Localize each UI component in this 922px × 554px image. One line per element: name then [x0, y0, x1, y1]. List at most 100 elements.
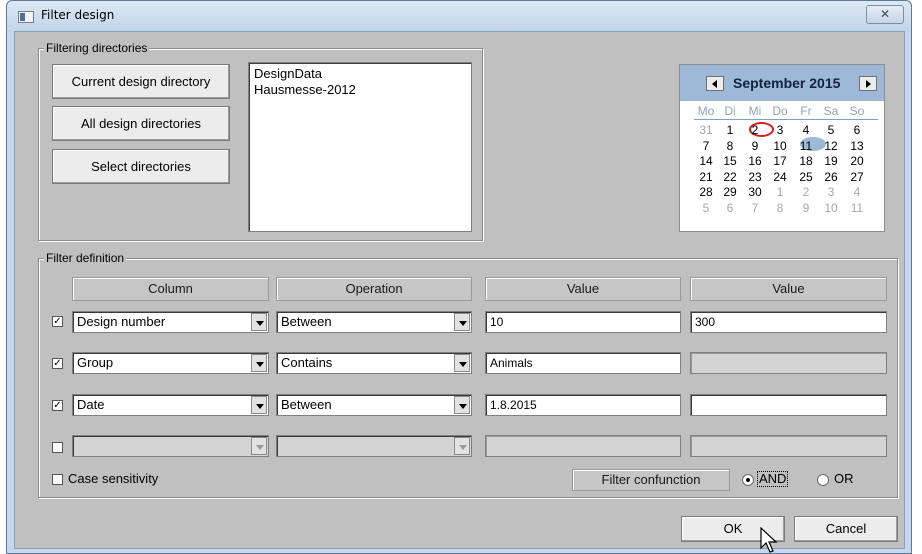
row1-column-select[interactable]: Design number — [72, 311, 269, 333]
row2-value1-input[interactable]: Animals — [485, 352, 681, 374]
calendar-day[interactable]: 18 — [794, 154, 818, 168]
calendar-day[interactable]: 9 — [794, 201, 818, 215]
calendar-weekday-divider — [694, 119, 878, 120]
calendar-day[interactable]: 11 — [845, 201, 869, 215]
calendar-day[interactable]: 1 — [718, 123, 742, 137]
calendar-month-label: September 2015 — [733, 75, 841, 91]
select-directories-button[interactable]: Select directories — [52, 149, 230, 184]
row1-operation-select[interactable]: Between — [276, 311, 472, 333]
row3-value1-input[interactable]: 1.8.2015 — [485, 394, 681, 416]
weekday-label: Fr — [800, 104, 812, 118]
row4-value1-input — [485, 435, 681, 457]
row4-operation-select — [276, 435, 472, 457]
calendar-day[interactable]: 8 — [718, 139, 742, 153]
calendar-day[interactable]: 5 — [819, 123, 843, 137]
row4-value2-input — [690, 435, 887, 457]
row3-operation-select[interactable]: Between — [276, 394, 472, 416]
calendar-day[interactable]: 17 — [768, 154, 792, 168]
calendar-day[interactable]: 21 — [694, 170, 718, 184]
calendar-day[interactable]: 4 — [845, 185, 869, 199]
calendar-day[interactable]: 16 — [743, 154, 767, 168]
calendar-day[interactable]: 1 — [768, 185, 792, 199]
calendar-day[interactable]: 24 — [768, 170, 792, 184]
weekday-label: Mo — [697, 104, 715, 118]
row1-enable-checkbox[interactable]: ✓ — [52, 316, 63, 327]
calendar-day[interactable]: 2 — [743, 123, 767, 137]
and-radio-label[interactable]: AND — [757, 471, 789, 487]
weekday-label: So — [849, 104, 865, 118]
calendar-day[interactable]: 9 — [743, 139, 767, 153]
calendar-day[interactable]: 7 — [743, 201, 767, 215]
row3-enable-checkbox[interactable]: ✓ — [52, 400, 63, 411]
chevron-down-icon[interactable] — [454, 354, 470, 372]
value-header: Value — [485, 277, 681, 301]
calendar-day[interactable]: 14 — [694, 154, 718, 168]
row3-column-select[interactable]: Date — [72, 394, 269, 416]
column-header: Column — [72, 277, 269, 301]
calendar-day[interactable]: 31 — [694, 123, 718, 137]
current-design-directory-button[interactable]: Current design directory — [52, 64, 230, 99]
chevron-down-icon[interactable] — [251, 354, 267, 372]
calendar-day[interactable]: 6 — [845, 123, 869, 137]
window-icon — [18, 11, 34, 23]
calendar-day[interactable]: 6 — [718, 201, 742, 215]
row2-enable-checkbox[interactable]: ✓ — [52, 358, 63, 369]
chevron-down-icon[interactable] — [251, 313, 267, 331]
chevron-down-icon — [251, 437, 267, 455]
calendar-day[interactable]: 3 — [819, 185, 843, 199]
calendar-day[interactable]: 10 — [768, 139, 792, 153]
all-design-directories-button[interactable]: All design directories — [52, 106, 230, 141]
calendar-day[interactable]: 13 — [845, 139, 869, 153]
row2-operation-select[interactable]: Contains — [276, 352, 472, 374]
or-radio-label[interactable]: OR — [834, 471, 854, 486]
title-bar[interactable] — [7, 1, 911, 31]
row4-column-select — [72, 435, 269, 457]
chevron-down-icon[interactable] — [251, 396, 267, 414]
list-item[interactable]: Hausmesse-2012 — [254, 82, 471, 98]
row2-column-select[interactable]: Group — [72, 352, 269, 374]
calendar-next-month-button[interactable] — [859, 76, 877, 91]
calendar-day[interactable]: 15 — [718, 154, 742, 168]
row1-value2-input[interactable]: 300 — [690, 311, 887, 333]
window-title: Filter design — [41, 8, 115, 22]
calendar-day[interactable]: 28 — [694, 185, 718, 199]
calendar-prev-month-button[interactable] — [706, 76, 724, 91]
calendar-day[interactable]: 10 — [819, 201, 843, 215]
calendar-day[interactable]: 2 — [794, 185, 818, 199]
calendar-day[interactable]: 3 — [768, 123, 792, 137]
operation-header: Operation — [276, 277, 472, 301]
chevron-down-icon[interactable] — [454, 313, 470, 331]
chevron-down-icon — [454, 437, 470, 455]
chevron-down-icon[interactable] — [454, 396, 470, 414]
mouse-cursor-icon — [760, 527, 778, 553]
calendar-day[interactable]: 11 — [794, 139, 818, 153]
directory-list[interactable]: DesignData Hausmesse-2012 — [248, 62, 472, 232]
calendar-day[interactable]: 30 — [743, 185, 767, 199]
calendar-day[interactable]: 19 — [819, 154, 843, 168]
filter-conjunction-button[interactable]: Filter confunction — [572, 469, 730, 491]
or-radio[interactable] — [817, 474, 829, 486]
and-radio[interactable] — [742, 474, 754, 486]
calendar-day[interactable]: 23 — [743, 170, 767, 184]
calendar-day[interactable]: 5 — [694, 201, 718, 215]
calendar-day[interactable]: 20 — [845, 154, 869, 168]
calendar-day[interactable]: 25 — [794, 170, 818, 184]
calendar-day[interactable]: 12 — [819, 139, 843, 153]
weekday-label: Do — [772, 104, 788, 118]
close-button[interactable]: ✕ — [866, 5, 904, 24]
calendar-day[interactable]: 7 — [694, 139, 718, 153]
calendar-day[interactable]: 22 — [718, 170, 742, 184]
cancel-button[interactable]: Cancel — [794, 516, 898, 542]
calendar-day[interactable]: 4 — [794, 123, 818, 137]
calendar-day[interactable]: 26 — [819, 170, 843, 184]
list-item[interactable]: DesignData — [254, 66, 471, 82]
calendar-day[interactable]: 27 — [845, 170, 869, 184]
weekday-label: Di — [724, 104, 736, 118]
row1-value1-input[interactable]: 10 — [485, 311, 681, 333]
case-sensitivity-checkbox[interactable] — [52, 474, 63, 485]
row4-enable-checkbox[interactable] — [52, 442, 63, 453]
calendar-day[interactable]: 29 — [718, 185, 742, 199]
row3-value2-input[interactable] — [690, 394, 887, 416]
calendar-day[interactable]: 8 — [768, 201, 792, 215]
weekday-label: Sa — [823, 104, 839, 118]
